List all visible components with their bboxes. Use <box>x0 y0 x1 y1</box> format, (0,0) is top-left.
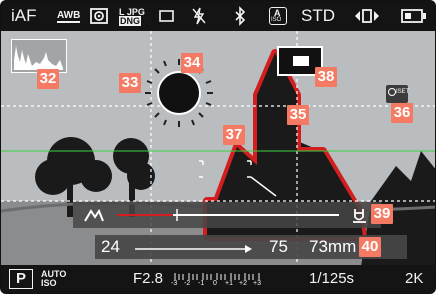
camera-live-view: iAF AWB L JPG DNG A ISO STD ISET 24 75 7… <box>0 0 436 294</box>
drive-mode-icon[interactable] <box>159 1 175 31</box>
metering-icon[interactable] <box>89 1 109 31</box>
mountain-icon <box>84 208 104 222</box>
focus-mode[interactable]: iAF <box>11 1 37 31</box>
ev-label: -2 <box>184 280 191 287</box>
focus-peaking-indicator[interactable]: ISET <box>386 85 410 103</box>
ev-label: +1 <box>225 280 233 287</box>
iso-stabilization-sub: ISO <box>271 17 282 23</box>
top-status-bar: iAF AWB L JPG DNG A ISO STD <box>1 1 435 31</box>
battery-icon <box>401 1 427 31</box>
callout-33: 33 <box>119 73 141 93</box>
aperture-value[interactable]: F2.8 <box>133 265 163 293</box>
ev-label: -3 <box>171 280 178 287</box>
shutter-speed[interactable]: 1/125s <box>309 265 354 293</box>
histogram <box>11 39 67 73</box>
callout-38: 38 <box>315 67 337 87</box>
magnifier-icon <box>388 88 396 96</box>
white-balance[interactable]: AWB <box>57 9 81 23</box>
ev-label: +3 <box>253 280 261 287</box>
file-format-dng: DNG <box>119 16 141 26</box>
bluetooth-icon[interactable] <box>233 1 247 31</box>
callout-35: 35 <box>287 105 309 125</box>
callout-39: 39 <box>371 204 393 224</box>
ev-label: -1 <box>198 280 205 287</box>
ev-label: +2 <box>239 280 247 287</box>
zoom-arrow <box>135 245 252 253</box>
callout-36: 36 <box>391 103 413 123</box>
focal-length: 73mm <box>309 237 357 256</box>
exposure-scale: -3 -2 -1 0 +1 +2 +3 <box>171 269 273 291</box>
bottom-status-bar: P AUTO ISO F2.8 -3 -2 -1 0 +1 +2 +3 1/12… <box>1 265 435 293</box>
macro-flower-icon <box>354 209 364 221</box>
histogram-graph <box>14 46 63 70</box>
zoom-min: 24 <box>101 237 120 256</box>
focus-distance-bar[interactable] <box>73 202 381 228</box>
callout-32: 32 <box>37 69 59 89</box>
video-resolution[interactable]: 2K <box>405 265 423 293</box>
focus-distance-scale <box>84 208 366 223</box>
flash-off-icon[interactable] <box>191 1 207 31</box>
ev-label: 0 <box>213 280 217 287</box>
zoom-current: 75 <box>269 237 288 256</box>
focus-mag-label: ISET <box>396 89 410 95</box>
iso-label: ISO <box>41 278 57 288</box>
file-format[interactable]: L JPG DNG <box>119 8 145 38</box>
exposure-mode[interactable]: P <box>9 269 33 289</box>
iso-setting[interactable]: AUTO ISO <box>41 270 66 293</box>
picture-style[interactable]: STD <box>301 1 335 31</box>
callout-40: 40 <box>359 237 381 257</box>
iso-stabilization[interactable]: A ISO <box>269 7 287 25</box>
callout-37: 37 <box>223 125 245 145</box>
aperture-lens-icon[interactable] <box>353 1 381 31</box>
callout-34: 34 <box>181 53 203 73</box>
